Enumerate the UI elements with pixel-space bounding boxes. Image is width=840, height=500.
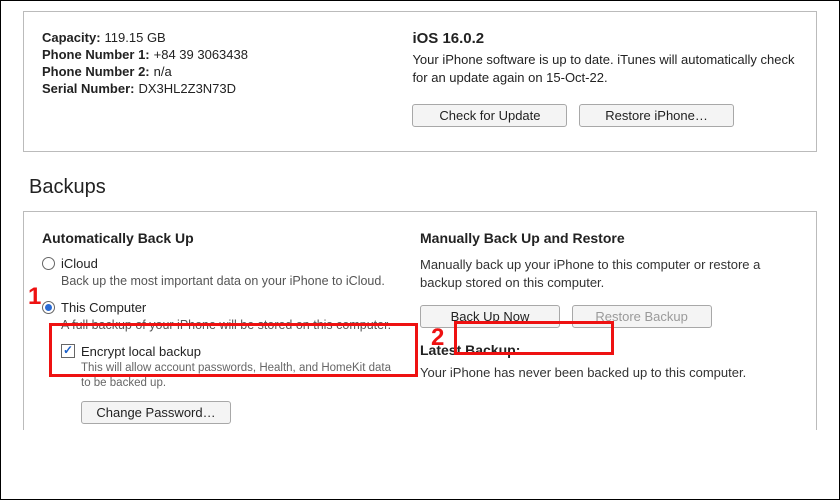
restore-backup-button[interactable]: Restore Backup	[572, 305, 712, 328]
latest-backup-title: Latest Backup:	[420, 342, 798, 358]
phone2-row: Phone Number 2:n/a	[42, 64, 412, 79]
latest-backup-desc: Your iPhone has never been backed up to …	[420, 364, 798, 382]
this-computer-desc: A full backup of your iPhone will be sto…	[61, 317, 410, 334]
ios-version-title: iOS 16.0.2	[412, 30, 798, 47]
encrypt-checkbox[interactable]	[61, 344, 75, 358]
change-password-button[interactable]: Change Password…	[81, 401, 231, 424]
manual-backup-column: Manually Back Up and Restore Manually ba…	[420, 230, 798, 424]
back-up-now-button[interactable]: Back Up Now	[420, 305, 560, 328]
encrypt-row[interactable]: Encrypt local backup	[61, 344, 410, 359]
manual-buttons: Back Up Now Restore Backup	[420, 305, 798, 328]
auto-backup-column: Automatically Back Up iCloud Back up the…	[42, 230, 420, 424]
auto-backup-title: Automatically Back Up	[42, 230, 410, 246]
encrypt-label: Encrypt local backup	[81, 344, 201, 359]
this-computer-radio-row[interactable]: This Computer	[42, 300, 410, 315]
software-buttons: Check for Update Restore iPhone…	[412, 104, 798, 127]
restore-iphone-button[interactable]: Restore iPhone…	[579, 104, 734, 127]
icloud-radio-row[interactable]: iCloud	[42, 256, 410, 271]
device-software-panel: Capacity:119.15 GB Phone Number 1:+84 39…	[23, 11, 817, 152]
manual-backup-title: Manually Back Up and Restore	[420, 230, 798, 246]
icloud-radio[interactable]	[42, 257, 55, 270]
this-computer-radio[interactable]	[42, 301, 55, 314]
icloud-desc: Back up the most important data on your …	[61, 273, 410, 290]
manual-backup-desc: Manually back up your iPhone to this com…	[420, 256, 798, 291]
device-info: Capacity:119.15 GB Phone Number 1:+84 39…	[42, 30, 412, 127]
check-for-update-button[interactable]: Check for Update	[412, 104, 567, 127]
encrypt-desc: This will allow account passwords, Healt…	[81, 361, 401, 391]
phone1-row: Phone Number 1:+84 39 3063438	[42, 47, 412, 62]
backups-section-title: Backups	[29, 176, 839, 199]
capacity-row: Capacity:119.15 GB	[42, 30, 412, 45]
this-computer-label: This Computer	[61, 300, 146, 315]
serial-row: Serial Number:DX3HL2Z3N73D	[42, 81, 412, 96]
software-info: iOS 16.0.2 Your iPhone software is up to…	[412, 30, 798, 127]
icloud-label: iCloud	[61, 256, 98, 271]
backups-panel: Automatically Back Up iCloud Back up the…	[23, 211, 817, 430]
software-status-text: Your iPhone software is up to date. iTun…	[412, 51, 798, 86]
